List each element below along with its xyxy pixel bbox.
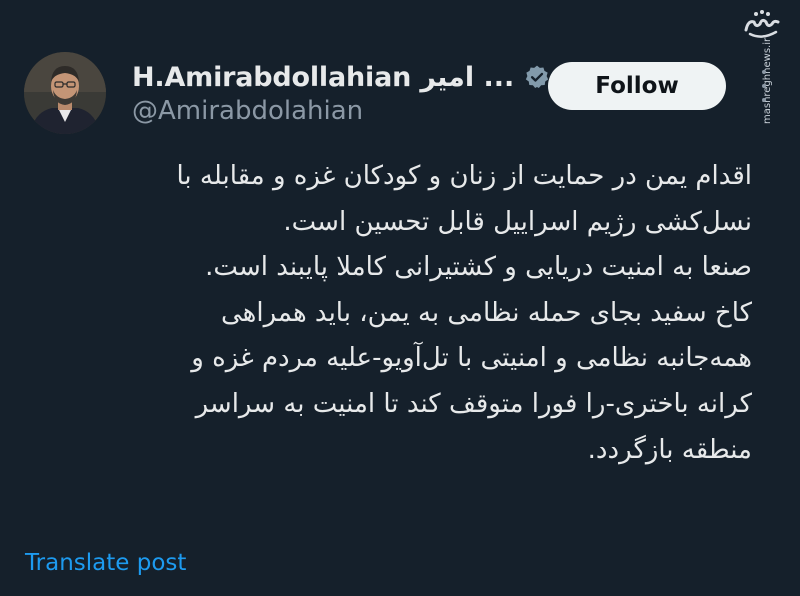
mashregh-logo-icon: [744, 10, 780, 38]
tweet-line: همه‌جانبه نظامی و امنیتی با تل‌آویو-علیه…: [191, 343, 752, 374]
author-handle[interactable]: @Amirabdolahian: [132, 96, 363, 126]
tweet-line: اقدام یمن در حمایت از زنان و کودکان غزه …: [176, 161, 752, 191]
tweet-text: اقدام یمن در حمایت از زنان و کودکان غزه …: [40, 154, 752, 473]
follow-button[interactable]: Follow: [548, 62, 726, 110]
translate-post-link[interactable]: Translate post: [25, 550, 186, 576]
tweet-line: صنعا به امنیت دریایی و کشتیرانی کاملا پا…: [205, 252, 752, 283]
author-display-name[interactable]: H.Amirabdollahian امیر ...: [132, 62, 514, 93]
author-name-row[interactable]: H.Amirabdollahian امیر ...: [132, 60, 550, 94]
more-options-button[interactable]: [752, 70, 776, 102]
more-vertical-icon: [762, 84, 766, 88]
tweet-line: کاخ سفید بجای حمله نظامی به یمن، باید هم…: [220, 297, 752, 328]
watermark-logo: [742, 6, 782, 42]
more-vertical-icon: [762, 98, 766, 102]
tweet-line: نسل‌کشی رژیم اسراییل قابل تحسین است.: [283, 206, 752, 237]
tweet-line: منطقه بازگردد.: [587, 434, 752, 465]
more-vertical-icon: [762, 70, 766, 74]
tweet-line: کرانه باختری-را فورا متوقف کند تا امنیت …: [195, 388, 752, 419]
verified-badge-icon[interactable]: [524, 64, 550, 90]
avatar[interactable]: [24, 52, 106, 134]
profile-photo-icon: [24, 52, 106, 134]
